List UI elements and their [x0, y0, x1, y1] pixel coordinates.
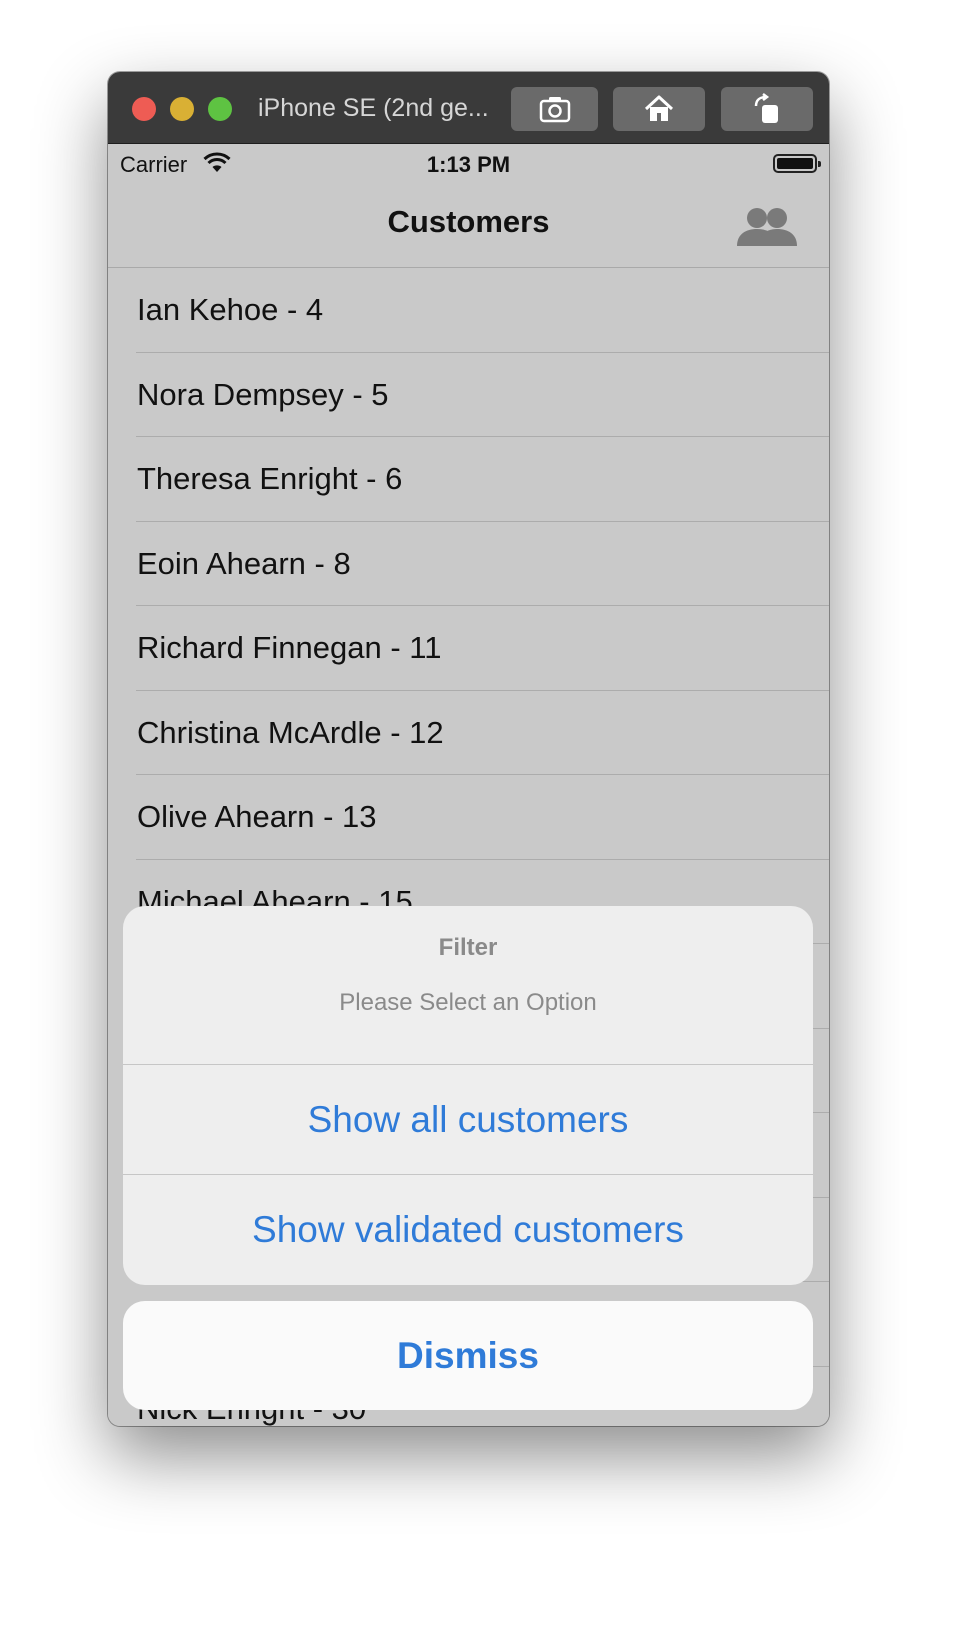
close-window-button[interactable] — [132, 97, 156, 121]
title-bar: iPhone SE (2nd ge... — [108, 72, 829, 144]
people-icon[interactable] — [737, 206, 797, 250]
list-item[interactable]: Nora Dempsey - 5 — [108, 353, 829, 438]
home-icon — [644, 95, 674, 121]
device-screen: Carrier 1:13 PM Customers Ian Kehoe - 4 — [108, 144, 829, 1426]
status-bar: Carrier 1:13 PM — [108, 144, 829, 184]
filter-action-sheet: Filter Please Select an Option Show all … — [123, 906, 813, 1285]
show-validated-customers-button[interactable]: Show validated customers — [123, 1175, 813, 1285]
list-item[interactable]: Ian Kehoe - 4 — [108, 268, 829, 353]
battery-icon — [773, 154, 821, 173]
window-title: iPhone SE (2nd ge... — [258, 94, 489, 122]
dismiss-button[interactable]: Dismiss — [123, 1301, 813, 1410]
list-item[interactable]: Eoin Ahearn - 8 — [108, 522, 829, 607]
action-sheet-title: Filter — [438, 934, 498, 961]
page-title: Customers — [387, 204, 550, 239]
status-time: 1:13 PM — [426, 152, 511, 177]
zoom-window-button[interactable] — [208, 97, 232, 121]
minimize-window-button[interactable] — [170, 97, 194, 121]
list-item[interactable]: Christina McArdle - 12 — [108, 691, 829, 776]
action-sheet-header: Filter Please Select an Option — [123, 906, 813, 1065]
camera-icon — [539, 97, 570, 123]
list-item[interactable]: Theresa Enright - 6 — [108, 437, 829, 522]
simulator-window: iPhone SE (2nd ge... Carrier 1:13 PM Cus… — [108, 72, 829, 1426]
list-item[interactable]: Olive Ahearn - 13 — [108, 775, 829, 860]
home-button[interactable] — [613, 87, 705, 131]
show-all-customers-button[interactable]: Show all customers — [123, 1065, 813, 1175]
list-item[interactable]: Richard Finnegan - 11 — [108, 606, 829, 691]
action-sheet-message: Please Select an Option — [339, 989, 597, 1016]
rotate-icon — [754, 93, 778, 123]
screenshot-button[interactable] — [511, 87, 598, 131]
rotate-button[interactable] — [721, 87, 813, 131]
